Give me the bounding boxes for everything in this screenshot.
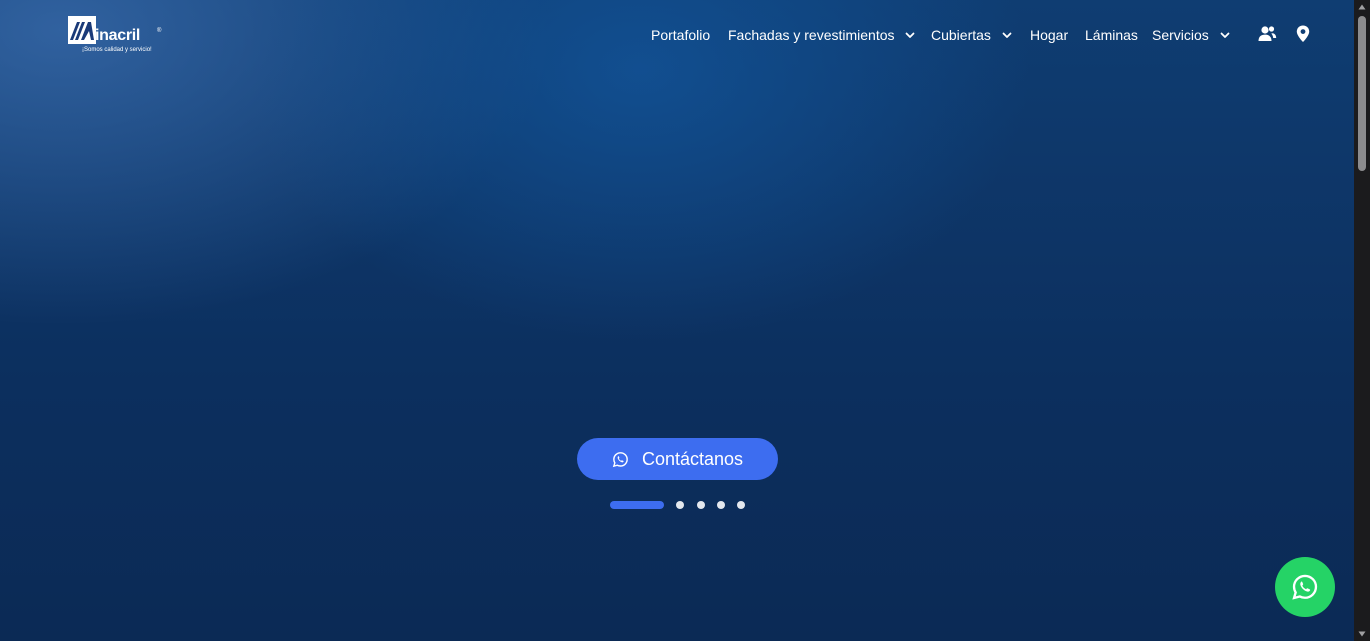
- users-icon[interactable]: [1257, 24, 1277, 44]
- slider-dot-active[interactable]: [610, 501, 664, 509]
- page-scrollbar[interactable]: [1354, 0, 1370, 641]
- nav-item-label: Hogar: [1030, 27, 1069, 43]
- hero-page: inacril ® ¡Somos calidad y servicio! Por…: [0, 0, 1370, 641]
- scroll-up-arrow-icon[interactable]: [1354, 0, 1370, 14]
- logo-tagline: ¡Somos calidad y servicio!: [82, 47, 152, 53]
- nav-item-label: Cubiertas: [931, 27, 991, 43]
- nav-item-label: Fachadas y revestimientos: [728, 27, 895, 43]
- location-pin-icon[interactable]: [1293, 24, 1313, 44]
- chevron-down-icon: [906, 32, 915, 39]
- slider-dot[interactable]: [717, 501, 725, 509]
- slider-dot[interactable]: [676, 501, 684, 509]
- slider-dot[interactable]: [697, 501, 705, 509]
- scrollbar-thumb[interactable]: [1358, 16, 1366, 171]
- nav-item-laminas[interactable]: Láminas: [1085, 24, 1138, 46]
- main-navigation: Portafolio Fachadas y revestimientos Cub…: [0, 24, 1370, 46]
- chevron-down-icon: [1002, 32, 1012, 39]
- nav-item-label: Láminas: [1085, 27, 1138, 43]
- nav-item-fachadas[interactable]: Fachadas y revestimientos: [728, 24, 916, 46]
- contact-button-label: Contáctanos: [641, 449, 744, 469]
- nav-item-portafolio[interactable]: Portafolio: [651, 24, 710, 46]
- nav-item-cubiertas[interactable]: Cubiertas: [931, 24, 1013, 46]
- slider-dot[interactable]: [737, 501, 745, 509]
- contact-button[interactable]: Contáctanos: [577, 438, 778, 480]
- chevron-down-icon: [1220, 32, 1230, 39]
- whatsapp-icon: [612, 451, 628, 467]
- nav-item-label: Servicios: [1152, 27, 1209, 43]
- nav-item-servicios[interactable]: Servicios: [1152, 24, 1231, 46]
- whatsapp-float-button[interactable]: [1275, 557, 1335, 617]
- whatsapp-icon: [1292, 574, 1318, 600]
- nav-item-label: Portafolio: [651, 27, 711, 43]
- slider-pagination: [610, 501, 750, 509]
- scroll-down-arrow-icon[interactable]: [1354, 627, 1370, 641]
- nav-item-hogar[interactable]: Hogar: [1030, 24, 1068, 46]
